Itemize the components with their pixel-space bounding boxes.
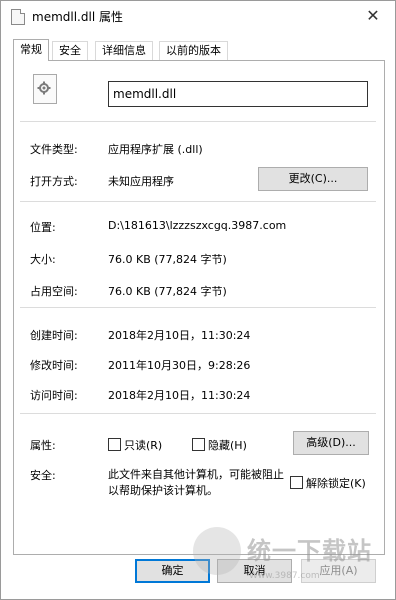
- attributes-label: 属性:: [30, 439, 56, 452]
- divider: [20, 121, 376, 122]
- size-value: 76.0 KB (77,824 字节): [108, 253, 227, 266]
- watermark: 统一下载站 Www.3987.com: [189, 519, 389, 597]
- watermark-logo-icon: [193, 527, 241, 575]
- opens-with-label: 打开方式:: [30, 175, 78, 188]
- advanced-button[interactable]: 高级(D)...: [293, 431, 369, 455]
- accessed-value: 2018年2月10日，11:30:24: [108, 389, 251, 402]
- window-title: memdll.dll 属性: [32, 10, 123, 24]
- watermark-subtext: Www.3987.com: [249, 571, 320, 581]
- checkbox-box[interactable]: [192, 438, 205, 451]
- readonly-label: 只读(R): [124, 439, 163, 452]
- change-button[interactable]: 更改(C)...: [258, 167, 368, 191]
- created-value: 2018年2月10日，11:30:24: [108, 329, 251, 342]
- tab-details[interactable]: 详细信息: [95, 41, 153, 60]
- opens-with-value: 未知应用程序: [108, 175, 174, 188]
- accessed-label: 访问时间:: [30, 389, 78, 402]
- size-label: 大小:: [30, 253, 56, 266]
- created-label: 创建时间:: [30, 329, 78, 342]
- location-value: D:\181613\lzzzszxcgq.3987.com: [108, 219, 287, 232]
- divider: [20, 413, 376, 414]
- checkbox-box[interactable]: [108, 438, 121, 451]
- size-on-disk-label: 占用空间:: [30, 285, 78, 298]
- watermark-text: 统一下载站: [247, 537, 372, 565]
- modified-label: 修改时间:: [30, 359, 78, 372]
- tab-general[interactable]: 常规: [13, 39, 49, 61]
- unblock-checkbox[interactable]: 解除锁定(K): [290, 475, 366, 491]
- size-on-disk-value: 76.0 KB (77,824 字节): [108, 285, 227, 298]
- title-bar[interactable]: memdll.dll 属性 ✕: [1, 1, 395, 31]
- dll-file-icon: [33, 74, 57, 104]
- location-label: 位置:: [30, 221, 56, 234]
- divider: [20, 307, 376, 308]
- tab-bar: 常规 安全 详细信息 以前的版本: [13, 39, 385, 61]
- security-message: 此文件来自其他计算机，可能被阻止以帮助保护该计算机。: [108, 468, 284, 497]
- modified-value: 2011年10月30日，9:28:26: [108, 359, 251, 372]
- general-panel: memdll.dll 文件类型: 应用程序扩展 (.dll) 打开方式: 未知应…: [13, 60, 385, 555]
- tab-security[interactable]: 安全: [52, 41, 88, 60]
- file-name-input[interactable]: memdll.dll: [108, 81, 368, 107]
- divider: [20, 201, 376, 202]
- hidden-checkbox[interactable]: 隐藏(H): [192, 437, 247, 453]
- hidden-label: 隐藏(H): [208, 439, 247, 452]
- gear-icon: [37, 81, 51, 95]
- properties-window: memdll.dll 属性 ✕ 常规 安全 详细信息 以前的版本 memdll.…: [0, 0, 396, 600]
- security-label: 安全:: [30, 469, 56, 482]
- close-button[interactable]: ✕: [351, 1, 395, 31]
- checkbox-box[interactable]: [290, 476, 303, 489]
- file-type-label: 文件类型:: [30, 143, 78, 156]
- unblock-label: 解除锁定(K): [306, 477, 366, 490]
- tab-previous-versions[interactable]: 以前的版本: [159, 41, 228, 60]
- file-type-value: 应用程序扩展 (.dll): [108, 143, 203, 156]
- file-icon: [11, 9, 25, 25]
- readonly-checkbox[interactable]: 只读(R): [108, 437, 162, 453]
